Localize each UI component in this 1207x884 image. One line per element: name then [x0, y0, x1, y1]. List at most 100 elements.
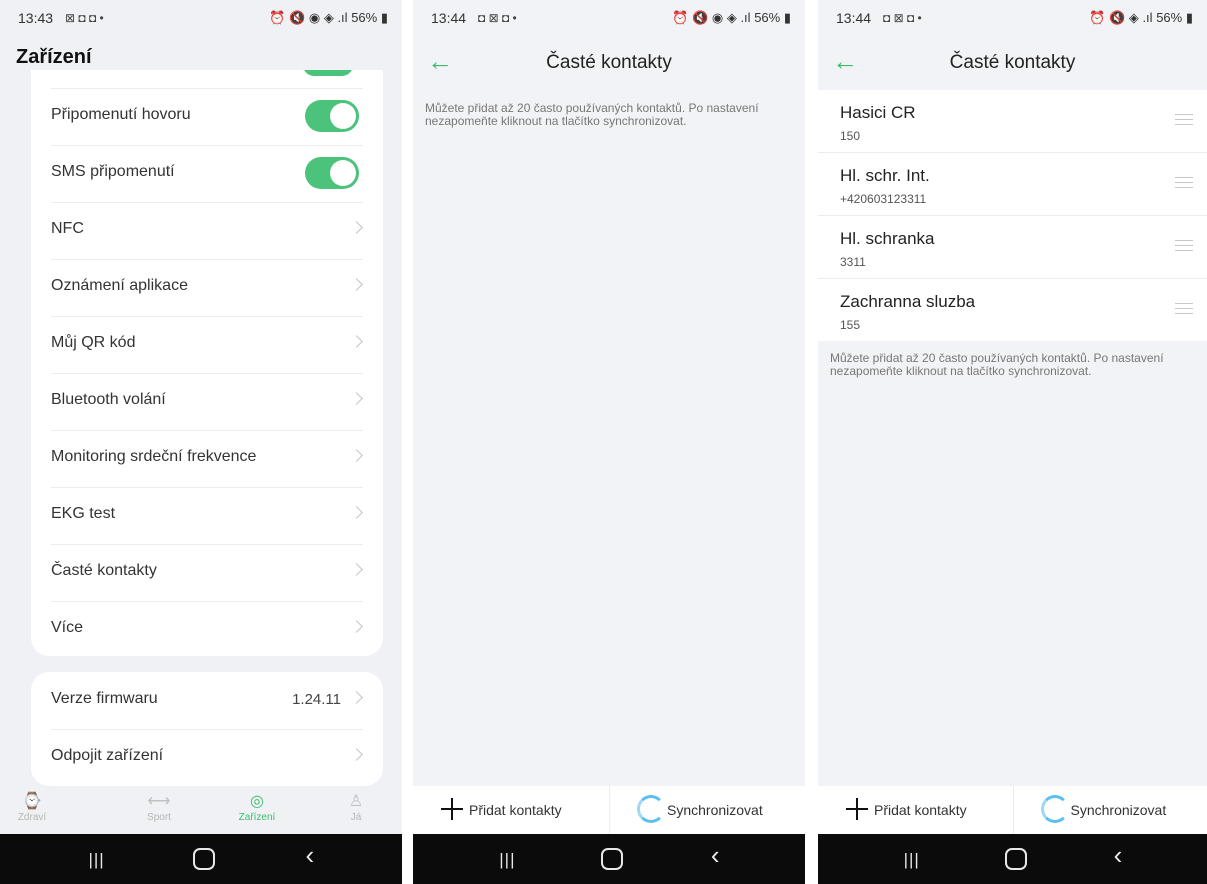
page-title: Zařízení [16, 46, 92, 68]
sync-button[interactable]: Synchronizovat [1012, 786, 1207, 834]
setting-bluetooth-calling[interactable]: Bluetooth volání [51, 373, 363, 431]
plus-icon [846, 798, 868, 820]
back-nav-icon[interactable]: ‹ [1114, 842, 1123, 868]
home-icon[interactable] [601, 848, 624, 870]
setting-ekg-test[interactable]: EKG test [51, 487, 363, 545]
sync-button[interactable]: Synchronizovat [609, 786, 805, 834]
back-nav-icon[interactable]: ‹ [306, 842, 315, 868]
setting-label: EKG test [51, 505, 116, 522]
sync-icon [637, 795, 665, 823]
contact-number: 3311 [840, 255, 866, 269]
status-icons: ⏰ 🔇 ◉ ◈ .ıl [269, 10, 348, 25]
chevron-right-icon [350, 335, 363, 348]
add-contacts-label: Přidat kontakty [469, 802, 562, 818]
watch-icon: ⌚ [22, 793, 42, 810]
recent-apps-icon[interactable]: ||| [499, 848, 515, 872]
device-icon: ◎ [250, 793, 264, 810]
setting-frequent-contacts[interactable]: Časté kontakty [51, 544, 363, 602]
drag-handle-icon[interactable] [1175, 303, 1193, 318]
battery-level: 56% [754, 10, 781, 25]
sync-label: Synchronizovat [667, 802, 763, 818]
battery-level: 56% [1156, 10, 1183, 25]
notification-icons: ◘ ⊠ ◘ • [883, 11, 922, 25]
drag-handle-icon[interactable] [1175, 114, 1193, 129]
setting-label: NFC [51, 220, 84, 237]
status-time: 13:44 [431, 10, 467, 26]
drag-handle-icon[interactable] [1175, 240, 1193, 255]
home-icon[interactable] [1004, 848, 1027, 870]
status-time: 13:44 [836, 10, 872, 26]
tab-me[interactable]: ♙ Já [326, 792, 386, 823]
chevron-right-icon [350, 563, 363, 576]
sync-icon [1040, 795, 1069, 823]
firmware-label: Verze firmwaru [51, 690, 158, 707]
setting-my-qr-code[interactable]: Můj QR kód [51, 316, 363, 374]
firmware-version-row[interactable]: Verze firmwaru 1.24.11 [51, 672, 363, 730]
frequent-contacts-list-screen: 13:44 ◘ ⊠ ◘ • ⏰ 🔇 ◈ .ıl 56% ▮ ← Časté ko… [818, 0, 1207, 884]
status-right: ⏰ 🔇 ◉ ◈ .ıl 56% ▮ [269, 10, 388, 26]
status-icons: ⏰ 🔇 ◈ .ıl [1089, 10, 1153, 25]
add-contacts-button[interactable]: Přidat kontakty [818, 786, 1013, 834]
contact-row[interactable]: Zachranna sluzba 155 [818, 279, 1207, 341]
tab-label: Zdraví [17, 812, 47, 823]
page-title: Časté kontakty [949, 52, 1076, 73]
system-nav-bar: ||| ‹ [0, 834, 402, 884]
status-bar: 13:44 ◘ ⊠ ◘ • ⏰ 🔇 ◈ .ıl 56% ▮ [818, 0, 1207, 40]
status-right: ⏰ 🔇 ◉ ◈ .ıl 56% ▮ [672, 10, 791, 26]
system-nav-bar: ||| ‹ [413, 834, 805, 884]
bottom-action-bar: Přidat kontakty Synchronizovat [413, 786, 805, 834]
sync-label: Synchronizovat [1070, 802, 1167, 818]
device-settings-screen: 13:43 ⊠ ◘ ◘ • ⏰ 🔇 ◉ ◈ .ıl 56% ▮ Zařízení… [0, 0, 402, 884]
settings-card: Připomenutí hovoru SMS připomenutí NFC O… [31, 70, 383, 656]
contact-number: 155 [840, 318, 861, 332]
disconnect-device-row[interactable]: Odpojit zařízení [51, 729, 363, 786]
dumbbell-icon: ⟷ [147, 793, 171, 810]
setting-sms-reminder: SMS připomenutí [51, 145, 363, 203]
drag-handle-icon[interactable] [1175, 177, 1193, 192]
sms-reminder-toggle[interactable] [305, 157, 359, 189]
status-bar: 13:43 ⊠ ◘ ◘ • ⏰ 🔇 ◉ ◈ .ıl 56% ▮ [0, 0, 402, 40]
tab-health[interactable]: ⌚ Zdraví [2, 792, 62, 823]
chevron-right-icon [350, 221, 363, 234]
partial-toggle[interactable] [303, 70, 353, 76]
setting-label: SMS připomenutí [51, 163, 175, 180]
chevron-right-icon [350, 748, 363, 761]
setting-more[interactable]: Více [51, 601, 363, 656]
contact-row[interactable]: Hl. schr. Int. +420603123311 [818, 153, 1207, 216]
setting-nfc[interactable]: NFC [51, 202, 363, 260]
add-contacts-label: Přidat kontakty [874, 802, 967, 818]
chevron-right-icon [350, 449, 363, 462]
notification-icons: ◘ ⊠ ◘ • [478, 11, 517, 25]
frequent-contacts-empty-screen: 13:44 ◘ ⊠ ◘ • ⏰ 🔇 ◉ ◈ .ıl 56% ▮ ← Časté … [413, 0, 805, 884]
contact-row[interactable]: Hl. schranka 3311 [818, 216, 1207, 279]
setting-heart-rate-monitoring[interactable]: Monitoring srdeční frekvence [51, 430, 363, 488]
status-time: 13:43 [18, 10, 54, 26]
recent-apps-icon[interactable]: ||| [88, 848, 104, 872]
add-contacts-button[interactable]: Přidat kontakty [413, 786, 609, 834]
back-nav-icon[interactable]: ‹ [711, 842, 720, 868]
contact-name: Zachranna sluzba [840, 292, 976, 311]
setting-app-notifications[interactable]: Oznámení aplikace [51, 259, 363, 317]
call-reminder-toggle[interactable] [305, 100, 359, 132]
tab-sport[interactable]: ⟷ Sport [129, 792, 189, 823]
tab-device[interactable]: ◎ Zařízení [227, 792, 287, 823]
setting-label: Připomenutí hovoru [51, 106, 191, 123]
person-icon: ♙ [348, 793, 364, 810]
contact-name: Hasici CR [840, 103, 916, 122]
setting-label: Časté kontakty [51, 562, 157, 579]
status-right: ⏰ 🔇 ◈ .ıl 56% ▮ [1089, 10, 1193, 26]
header: ← Časté kontakty [413, 40, 805, 88]
contact-row[interactable]: Hasici CR 150 [818, 90, 1207, 153]
firmware-card: Verze firmwaru 1.24.11 Odpojit zařízení [31, 672, 383, 786]
disconnect-label: Odpojit zařízení [51, 747, 164, 764]
setting-call-reminder: Připomenutí hovoru [51, 88, 363, 146]
battery-level: 56% [351, 10, 378, 25]
contacts-list: Hasici CR 150 Hl. schr. Int. +4206031233… [818, 90, 1207, 341]
setting-label: Bluetooth volání [51, 391, 166, 408]
home-icon[interactable] [192, 848, 215, 870]
recent-apps-icon[interactable]: ||| [904, 848, 920, 872]
battery-icon: ▮ [783, 10, 791, 25]
contact-number: 150 [840, 129, 861, 143]
contacts-info-text: Můžete přidat až 20 často používaných ko… [425, 101, 759, 128]
chevron-right-icon [350, 620, 363, 633]
